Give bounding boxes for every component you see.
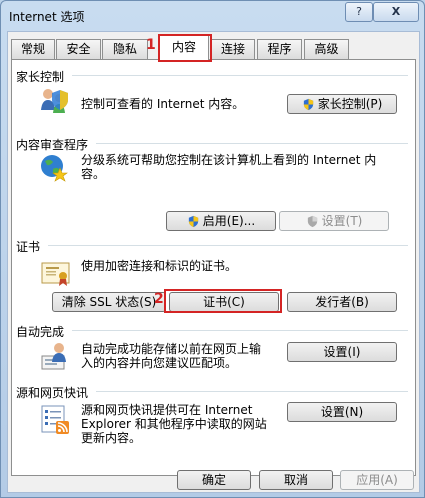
tab-connections[interactable]: 连接 [211, 39, 255, 59]
tab-privacy[interactable]: 隐私 [102, 39, 148, 59]
group-divider [96, 143, 408, 144]
autocomplete-icon [40, 340, 72, 372]
apply-button[interactable]: 应用(A) [340, 470, 414, 490]
certificate-icon [40, 258, 72, 290]
group-divider [96, 391, 408, 392]
annotation-box-2 [164, 289, 282, 313]
annotation-number-2: 2 [154, 291, 164, 307]
feeds-description-line-1: 源和网页快讯提供可在 Internet [81, 403, 253, 417]
group-divider [72, 75, 408, 76]
feeds-heading: 源和网页快讯 [16, 386, 89, 400]
content-advisor-icon [38, 152, 70, 184]
content-advisor-description-line-2: 容。 [81, 167, 106, 181]
advisor-settings-button[interactable]: 设置(T) [279, 211, 389, 231]
annotation-box-1 [158, 34, 212, 62]
cancel-button[interactable]: 取消 [259, 470, 333, 490]
advisor-settings-button-label: 设置(T) [321, 214, 363, 228]
clear-ssl-state-button[interactable]: 清除 SSL 状态(S) [52, 292, 166, 312]
tab-programs[interactable]: 程序 [257, 39, 302, 59]
close-button[interactable]: X [373, 2, 419, 22]
parental-controls-description: 控制可查看的 Internet 内容。 [81, 97, 245, 111]
autocomplete-settings-button[interactable]: 设置(I) [287, 342, 397, 362]
help-button[interactable]: ? [345, 2, 373, 22]
certificates-heading: 证书 [16, 240, 41, 254]
group-divider [48, 245, 408, 246]
publishers-button[interactable]: 发行者(B) [287, 292, 397, 312]
feeds-icon [40, 403, 72, 435]
tab-general[interactable]: 常规 [11, 39, 55, 59]
parental-controls-button-label: 家长控制(P) [317, 97, 383, 111]
enable-button[interactable]: 启用(E)... [166, 211, 276, 231]
group-divider [72, 330, 408, 331]
tab-advanced[interactable]: 高级 [304, 39, 349, 59]
content-tab-panel: 家长控制 控制可查看的 Internet 内容。 家长控制(P) 内容审查程序 … [11, 59, 416, 476]
feeds-description-line-3: 更新内容。 [81, 431, 142, 445]
enable-button-label: 启用(E)... [202, 214, 256, 228]
uac-shield-icon [303, 98, 313, 110]
feeds-description-line-2: Explorer 和其他程序中读取的网站 [81, 417, 267, 431]
uac-shield-icon [188, 215, 198, 227]
ok-button[interactable]: 确定 [177, 470, 251, 490]
parental-controls-button[interactable]: 家长控制(P) [287, 94, 397, 114]
tab-security[interactable]: 安全 [56, 39, 101, 59]
annotation-number-1: 1 [146, 37, 156, 53]
autocomplete-description-line-1: 自动完成功能存储以前在网页上输 [81, 342, 262, 356]
parental-controls-icon [38, 86, 70, 118]
uac-shield-icon [307, 215, 317, 227]
feeds-settings-button[interactable]: 设置(N) [287, 402, 397, 422]
dialog-client-area: 常规 安全 隐私 内容 连接 程序 高级 1 家长控制 控制可查看的 Inter… [7, 31, 420, 493]
autocomplete-description-line-2: 入的内容并向您建议匹配项。 [81, 356, 238, 370]
certificates-description: 使用加密连接和标识的证书。 [81, 259, 238, 273]
content-advisor-heading: 内容审查程序 [16, 138, 89, 152]
content-advisor-description-line-1: 分级系统可帮助您控制在该计算机上看到的 Internet 内 [81, 153, 377, 167]
window-title: Internet 选项 [9, 10, 85, 24]
autocomplete-heading: 自动完成 [16, 325, 65, 339]
parental-controls-heading: 家长控制 [16, 70, 65, 84]
dialog-window: Internet 选项 ? X 常规 安全 隐私 内容 连接 程序 高级 1 家… [0, 0, 425, 498]
